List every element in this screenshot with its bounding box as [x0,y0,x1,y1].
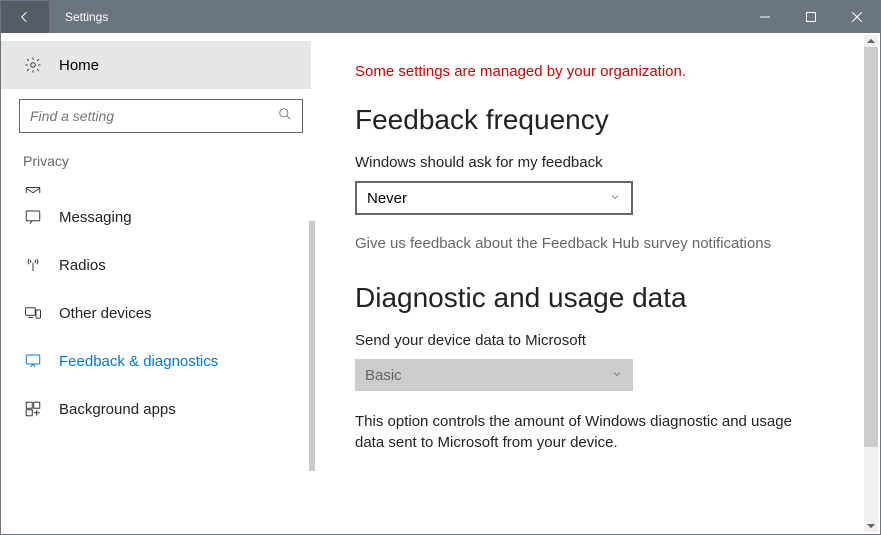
search-box[interactable] [19,99,303,133]
sidebar-item-label: Background apps [59,401,176,418]
feedback-title: Feedback frequency [355,104,840,136]
home-button[interactable]: Home [1,41,311,89]
feedback-icon [23,352,43,370]
window-controls [742,1,880,33]
sidebar: Home Privacy Messaging [1,33,321,534]
chevron-down-icon [611,367,623,384]
window-title: Settings [49,10,742,24]
feedback-dropdown[interactable]: Never [355,181,633,215]
diagnostic-dropdown: Basic [355,359,633,391]
sidebar-item-label: Other devices [59,305,152,322]
diagnostic-description: This option controls the amount of Windo… [355,411,825,453]
content-scrollbar[interactable] [864,35,878,532]
titlebar: Settings [1,1,880,33]
sidebar-item-label: Messaging [59,209,132,226]
sidebar-item-background-apps[interactable]: Background apps [1,385,321,433]
diagnostic-label: Send your device data to Microsoft [355,332,840,349]
sidebar-item-radios[interactable]: Radios [1,241,321,289]
radios-icon [23,256,43,274]
scroll-thumb[interactable] [864,47,878,447]
nav-list: Messaging Radios Other devices Feedback … [1,181,321,433]
section-label: Privacy [1,147,321,175]
devices-icon [23,304,43,322]
scroll-up-arrow[interactable] [864,35,878,47]
search-icon [278,107,292,126]
email-icon [23,183,43,193]
home-label: Home [59,57,99,74]
feedback-value: Never [367,190,407,207]
close-button[interactable] [834,1,880,33]
sidebar-item-feedback[interactable]: Feedback & diagnostics [1,337,321,385]
sidebar-item-other-devices[interactable]: Other devices [1,289,321,337]
minimize-button[interactable] [742,1,788,33]
feedback-label: Windows should ask for my feedback [355,154,840,171]
sidebar-item-partial[interactable] [1,181,321,193]
sidebar-item-label: Feedback & diagnostics [59,353,218,370]
diagnostic-title: Diagnostic and usage data [355,282,840,314]
org-notice: Some settings are managed by your organi… [355,63,840,80]
gear-icon [23,56,43,74]
background-apps-icon [23,400,43,418]
scroll-down-arrow[interactable] [864,520,878,532]
diagnostic-value: Basic [365,367,402,384]
sidebar-item-messaging[interactable]: Messaging [1,193,321,241]
body: Home Privacy Messaging [1,33,880,534]
back-button[interactable] [1,1,49,33]
sidebar-scrollbar[interactable] [309,221,315,471]
content-area: Some settings are managed by your organi… [321,33,880,534]
feedback-link[interactable]: Give us feedback about the Feedback Hub … [355,235,840,252]
chevron-down-icon [609,190,621,207]
messaging-icon [23,208,43,226]
maximize-button[interactable] [788,1,834,33]
search-input[interactable] [30,108,278,124]
sidebar-item-label: Radios [59,257,106,274]
